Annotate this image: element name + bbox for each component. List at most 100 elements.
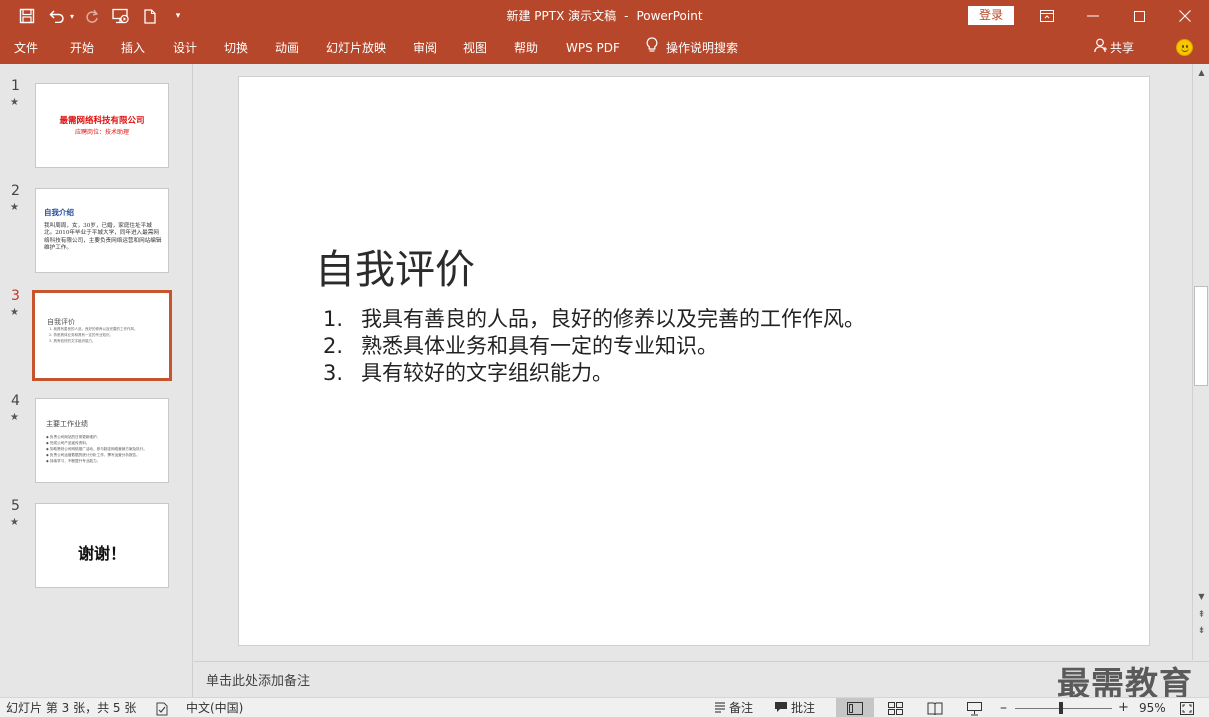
smiley-icon[interactable]	[1176, 39, 1193, 56]
thumbnail-line: ◆ 负责公司运营数据的统计分析工作，撰写运营分析报告。	[46, 453, 140, 457]
star-icon: ★	[10, 412, 19, 423]
thumbnail-line: ◆ 协助策划公司网络推广活动，参与制定网络营销方案及执行。	[46, 447, 147, 451]
thumbnail-number: 5	[11, 498, 20, 514]
slide-sorter-icon[interactable]	[888, 698, 903, 717]
tab-slideshow[interactable]: 幻灯片放映	[326, 32, 386, 64]
tab-help[interactable]: 帮助	[514, 32, 538, 64]
zoom-level[interactable]: 95%	[1139, 698, 1166, 717]
slide-thumbnail-2[interactable]: 自我介绍 我叫周周，女，30岁，已婚，家庭住址平城北。2010年毕业于平城大学，…	[35, 188, 169, 273]
tab-insert[interactable]: 插入	[121, 32, 145, 64]
document-name: 新建 PPTX 演示文稿	[506, 9, 617, 23]
tab-file[interactable]: 文件	[14, 32, 38, 64]
thumbnail-title: 自我评价	[47, 318, 75, 326]
close-icon[interactable]	[1162, 0, 1208, 32]
lightbulb-icon	[646, 33, 658, 65]
undo-icon[interactable]	[46, 0, 68, 32]
zoom-in-button[interactable]: +	[1118, 698, 1129, 717]
save-icon[interactable]	[16, 0, 38, 32]
ribbon-tabs: 文件 开始 插入 设计 切换 动画 幻灯片放映 审阅 视图 帮助 WPS PDF…	[0, 32, 1209, 64]
thumbnail-number: 3	[11, 288, 20, 304]
status-bar: 幻灯片 第 3 张，共 5 张 中文(中国) 备注 批注 – + 95%	[0, 697, 1209, 717]
bullet-item: 1. 我具有善良的人品，良好的修养以及完善的工作作风。	[323, 303, 865, 331]
thumbnail-line: ◆ 持续学习，不断提升专业能力。	[46, 459, 101, 463]
thumbnail-body: 我叫周周，女，30岁，已婚，家庭住址平城北。2010年毕业于平城大学，同年进入最…	[44, 223, 162, 252]
thumbnail-title: 主要工作业绩	[46, 420, 88, 428]
tell-me-search[interactable]: 操作说明搜索	[646, 32, 738, 64]
thumbnail-line: ◆ 完成公司产品宣传资料。	[46, 441, 90, 445]
share-button[interactable]: 共享	[1094, 32, 1134, 64]
thumbnail-line: 1. 我具有善良的人品，良好的修养以及完善的工作作风。	[49, 327, 138, 331]
comments-label: 批注	[791, 701, 816, 715]
scroll-up-icon[interactable]: ▲	[1193, 68, 1209, 77]
notes-label: 备注	[729, 701, 754, 715]
bullet-number: 1.	[323, 307, 344, 331]
thumbnail-number: 2	[11, 183, 20, 199]
tab-animations[interactable]: 动画	[275, 32, 299, 64]
thumbnail-number: 1	[11, 78, 20, 94]
undo-dropdown-icon[interactable]: ▾	[67, 0, 77, 32]
slide-thumbnail-3[interactable]: 自我评价 1. 我具有善良的人品，良好的修养以及完善的工作作风。 2. 熟悉具体…	[32, 290, 172, 381]
thumbnail-line: 3. 具有较好的文字组织能力。	[49, 339, 96, 343]
share-label: 共享	[1110, 41, 1135, 55]
tab-home[interactable]: 开始	[70, 32, 94, 64]
tab-transitions[interactable]: 切换	[224, 32, 248, 64]
thumbnail-line: ◆ 负责公司网站的日常更新维护。	[46, 435, 101, 439]
comments-toggle[interactable]: 批注	[774, 698, 815, 717]
thumbnail-number: 4	[11, 393, 20, 409]
bullet-number: 2.	[323, 334, 344, 358]
tab-view[interactable]: 视图	[463, 32, 487, 64]
notes-placeholder[interactable]: 单击此处添加备注	[206, 670, 310, 689]
reading-view-icon[interactable]	[927, 698, 943, 717]
slide-thumbnail-4[interactable]: 主要工作业绩 ◆ 负责公司网站的日常更新维护。 ◆ 完成公司产品宣传资料。 ◆ …	[35, 398, 169, 483]
bullet-item: 3. 具有较好的文字组织能力。	[323, 357, 865, 385]
previous-slide-icon[interactable]: ⇞	[1193, 610, 1209, 620]
tell-me-label: 操作说明搜索	[666, 41, 739, 55]
new-document-icon[interactable]	[140, 0, 160, 32]
star-icon: ★	[10, 307, 19, 318]
tab-review[interactable]: 审阅	[413, 32, 437, 64]
zoom-slider-track[interactable]	[1015, 708, 1112, 709]
bullet-item: 2. 熟悉具体业务和具有一定的专业知识。	[323, 330, 865, 358]
slide-counter: 幻灯片 第 3 张，共 5 张	[6, 701, 137, 715]
vertical-scrollbar[interactable]: ▲ ▼ ⇞ ⇟	[1192, 64, 1209, 660]
ribbon-display-icon[interactable]	[1024, 0, 1070, 32]
title-bar: ▾ ▾ 新建 PPTX 演示文稿 - PowerPoint 登录	[0, 0, 1209, 32]
zoom-out-button[interactable]: –	[1000, 698, 1007, 717]
tab-wps-pdf[interactable]: WPS PDF	[566, 32, 620, 64]
slide-thumbnail-1[interactable]: 最需网络科技有限公司 应聘岗位：技术助理	[35, 83, 169, 168]
presenter-view-icon[interactable]	[967, 698, 982, 717]
comments-icon	[774, 699, 788, 717]
thumbnail-line: 2. 熟悉具体业务和具有一定的专业知识。	[49, 333, 113, 337]
notes-toggle[interactable]: 备注	[714, 698, 753, 717]
bullet-text: 具有较好的文字组织能力。	[361, 361, 613, 385]
spell-check-icon[interactable]	[155, 698, 169, 717]
slide-title[interactable]: 自我评价	[315, 237, 475, 295]
thumbnail-title: 自我介绍	[44, 208, 74, 217]
app-name: PowerPoint	[636, 9, 703, 23]
current-slide[interactable]: 自我评价 1. 我具有善良的人品，良好的修养以及完善的工作作风。 2. 熟悉具体业务…	[238, 76, 1150, 646]
scroll-down-icon[interactable]: ▼	[1193, 592, 1209, 601]
title-separator: -	[624, 9, 629, 23]
slideshow-from-start-icon[interactable]	[110, 0, 132, 32]
fit-to-window-icon[interactable]	[1180, 698, 1194, 717]
thumbnail-subtitle: 应聘岗位：技术助理	[74, 129, 129, 136]
tab-design[interactable]: 设计	[173, 32, 197, 64]
language-indicator[interactable]: 中文(中国)	[186, 698, 243, 717]
thumbnail-title: 谢谢！	[77, 544, 126, 563]
customize-toolbar-icon[interactable]: ▾	[170, 0, 186, 32]
slide-body[interactable]: 1. 我具有善良的人品，良好的修养以及完善的工作作风。 2. 熟悉具体业务和具有一定…	[323, 303, 865, 385]
minimize-icon[interactable]	[1070, 0, 1116, 32]
zoom-slider-knob[interactable]	[1059, 702, 1063, 714]
slide-thumbnail-panel[interactable]: 1 ★ 最需网络科技有限公司 应聘岗位：技术助理 2 ★ 自我介绍 我叫周周，女…	[0, 64, 193, 697]
bullet-text: 熟悉具体业务和具有一定的专业知识。	[361, 334, 718, 358]
login-button[interactable]: 登录	[968, 6, 1014, 25]
next-slide-icon[interactable]: ⇟	[1193, 626, 1209, 636]
bullet-number: 3.	[323, 361, 344, 385]
maximize-icon[interactable]	[1116, 0, 1162, 32]
star-icon: ★	[10, 202, 19, 213]
redo-icon[interactable]	[82, 0, 102, 32]
normal-view-icon[interactable]	[847, 698, 863, 717]
slide-thumbnail-5[interactable]: 谢谢！	[35, 503, 169, 588]
star-icon: ★	[10, 97, 19, 108]
scrollbar-thumb[interactable]	[1194, 286, 1208, 386]
